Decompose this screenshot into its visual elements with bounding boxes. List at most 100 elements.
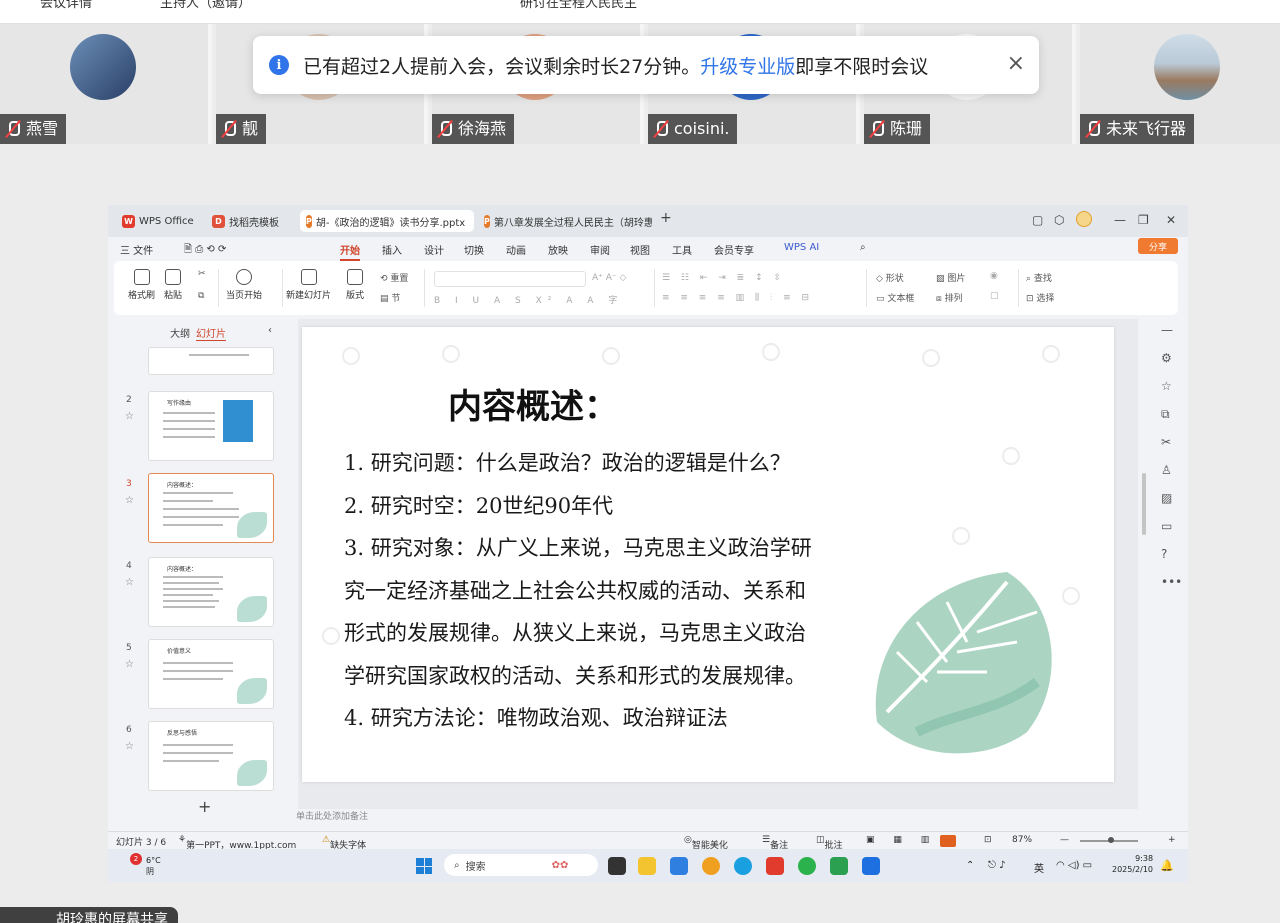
collapse-pane-icon[interactable]: ‹ (268, 325, 272, 336)
star-icon[interactable]: ☆ (125, 741, 134, 752)
star-icon[interactable]: ☆ (125, 659, 134, 670)
reset-button[interactable]: ⟲ 重置 (380, 271, 408, 284)
current-slide[interactable]: 内容概述： 1. 研究问题：什么是政治？政治的逻辑是什么？ 2. 研究时空：20… (302, 327, 1114, 782)
fit-icon[interactable]: ⊡ (984, 835, 992, 845)
slide-title[interactable]: 内容概述： (448, 379, 618, 428)
help-icon[interactable]: ? (1161, 547, 1167, 561)
slide-thumbnail-selected[interactable]: 内容概述： (148, 473, 274, 543)
picture-button[interactable]: ▨ 图片 (936, 271, 965, 284)
close-icon[interactable]: × (1007, 51, 1025, 76)
outline-icon[interactable]: ▢ (990, 291, 999, 301)
collapse-icon[interactable]: — (1161, 323, 1173, 337)
play-slideshow-button[interactable] (940, 835, 956, 847)
notification-bell-icon[interactable]: 🔔 (1160, 859, 1174, 872)
meeting-app-icon[interactable] (830, 857, 848, 875)
paste-button[interactable]: 粘贴 (164, 269, 182, 301)
system-clock[interactable]: 9:38 2025/2/10 (1112, 853, 1153, 875)
image-icon[interactable]: ▨ (1161, 491, 1172, 505)
slide-thumbnail[interactable] (148, 347, 274, 375)
slide-thumbnail[interactable]: 写作缘由 (148, 391, 274, 461)
star-icon[interactable]: ☆ (1161, 379, 1172, 393)
weather-widget[interactable]: 2 6°C 阴 (122, 853, 161, 877)
tab-current-pptx[interactable]: P胡-《政治的逻辑》读书分享.pptx × (300, 210, 474, 232)
windows-start-icon[interactable] (416, 858, 432, 874)
wps-app-icon[interactable] (766, 857, 784, 875)
window-icon[interactable]: ▢ (1032, 213, 1043, 227)
text-format-icons[interactable]: B I U A S X² A A 字 (434, 293, 623, 306)
menu-view[interactable]: 视图 (630, 242, 650, 257)
tab-outline[interactable]: 大纲 (170, 325, 190, 340)
tencent-meeting-icon[interactable] (862, 857, 880, 875)
host-invite-label[interactable]: 主持人（邀请） (160, 0, 251, 11)
list-format-icons[interactable]: ☰ ☷ ⇤ ⇥ ≣ ↕ ⇳ (662, 273, 785, 283)
menu-design[interactable]: 设计 (424, 242, 444, 257)
star-icon[interactable]: ☆ (125, 495, 134, 506)
share-button[interactable]: 分享 (1138, 238, 1178, 254)
shape-button[interactable]: ◇ 形状 (876, 271, 904, 284)
slide-thumbnail[interactable]: 反思与感悟 (148, 721, 274, 791)
star-icon[interactable]: ☆ (125, 577, 134, 588)
menu-review[interactable]: 审阅 (590, 242, 610, 257)
tab-wps-office[interactable]: W WPS Office (116, 210, 202, 232)
menu-member[interactable]: 会员专享 (714, 242, 754, 257)
taskbar-search[interactable]: ⌕ 搜索 ✿✿ (444, 854, 598, 876)
slide-thumbnail[interactable]: 价值意义 (148, 639, 274, 709)
search-icon[interactable]: ⌕ (860, 242, 866, 253)
slide-body-text[interactable]: 1. 研究问题：什么是政治？政治的逻辑是什么？ 2. 研究时空：20世纪90年代… (344, 442, 884, 740)
menu-tools[interactable]: 工具 (672, 242, 692, 257)
new-tab-button[interactable]: + (660, 210, 672, 226)
zoom-in-icon[interactable]: + (1168, 835, 1176, 845)
menu-home[interactable]: 开始 (340, 242, 360, 261)
notes-placeholder[interactable]: 单击此处添加备注 (296, 809, 1136, 825)
participant-tile[interactable]: 燕雪 (0, 24, 212, 144)
new-slide-button[interactable]: 新建幻灯片 (286, 269, 331, 301)
close-window-icon[interactable]: ✕ (1166, 213, 1176, 227)
fill-icon[interactable]: ◉ (990, 271, 998, 281)
view-mode-icons[interactable]: ▣ ▦ ▥ (866, 835, 937, 845)
upgrade-link[interactable]: 升级专业版 (700, 56, 795, 78)
close-tab-icon[interactable]: × (473, 216, 474, 227)
avatar[interactable] (1076, 211, 1092, 227)
minimize-icon[interactable]: — (1114, 213, 1126, 227)
tab-template[interactable]: D 找稻壳模板 (206, 210, 298, 232)
format-painter-button[interactable]: 格式刷 (128, 269, 155, 301)
copy-icon[interactable]: ⧉ (198, 291, 204, 301)
comments-toggle[interactable]: ◫ 批注 (816, 835, 843, 851)
ime-indicator[interactable]: 英 (1034, 860, 1044, 875)
wechat-icon[interactable] (798, 857, 816, 875)
participant-tile[interactable]: 未来飞行器 (1080, 24, 1280, 144)
cube-icon[interactable]: ⬡ (1054, 213, 1064, 227)
tools-icon[interactable]: ✂ (1161, 435, 1171, 449)
layout-button[interactable]: 版式 (346, 269, 364, 301)
font-size-icons[interactable]: A⁺ A⁻ ◇ (592, 273, 626, 283)
file-explorer-icon[interactable] (638, 857, 656, 875)
edge-icon[interactable] (734, 857, 752, 875)
select-button[interactable]: ⊡ 选择 (1026, 291, 1054, 304)
app-icon[interactable] (670, 857, 688, 875)
book-icon[interactable]: ▭ (1161, 519, 1172, 533)
menu-file[interactable]: 三 文件 (120, 242, 153, 257)
menu-insert[interactable]: 插入 (382, 242, 402, 257)
textbox-button[interactable]: ▭ 文本框 (876, 291, 914, 304)
copy-icon[interactable]: ⧉ (1161, 407, 1170, 422)
zoom-out-icon[interactable]: — (1060, 835, 1069, 845)
zoom-level[interactable]: 87% (1012, 835, 1032, 845)
toolbar-quick-icons[interactable]: 🗎 ⎙ ⟲ ⟳ (184, 242, 226, 259)
section-button[interactable]: ▤ 节 (380, 291, 400, 304)
find-button[interactable]: ⌕ 查找 (1026, 271, 1052, 284)
shirt-icon[interactable]: ♙ (1161, 463, 1172, 477)
slide-thumbnail[interactable]: 内容概述： (148, 557, 274, 627)
start-from-current-button[interactable]: 当页开始 (226, 269, 262, 301)
meeting-details-label[interactable]: 会议详情 (40, 0, 92, 11)
arrange-button[interactable]: ⧈ 排列 (936, 291, 963, 304)
settings-icon[interactable]: ⚙ (1161, 351, 1172, 365)
star-icon[interactable]: ☆ (125, 411, 134, 422)
tray-icons[interactable]: ⎋ ♪ (988, 860, 1005, 871)
beautify-button[interactable]: ◎ 智能美化 (684, 835, 728, 851)
menu-wps-ai[interactable]: WPS AI (784, 242, 819, 253)
network-volume-battery-icons[interactable]: ◠ ◁) ▭ (1056, 860, 1092, 871)
search-tool-icon[interactable] (702, 857, 720, 875)
tray-chevron-icon[interactable]: ⌃ (966, 860, 974, 871)
restore-icon[interactable]: ❐ (1138, 213, 1149, 227)
zoom-slider-knob[interactable] (1108, 837, 1114, 843)
